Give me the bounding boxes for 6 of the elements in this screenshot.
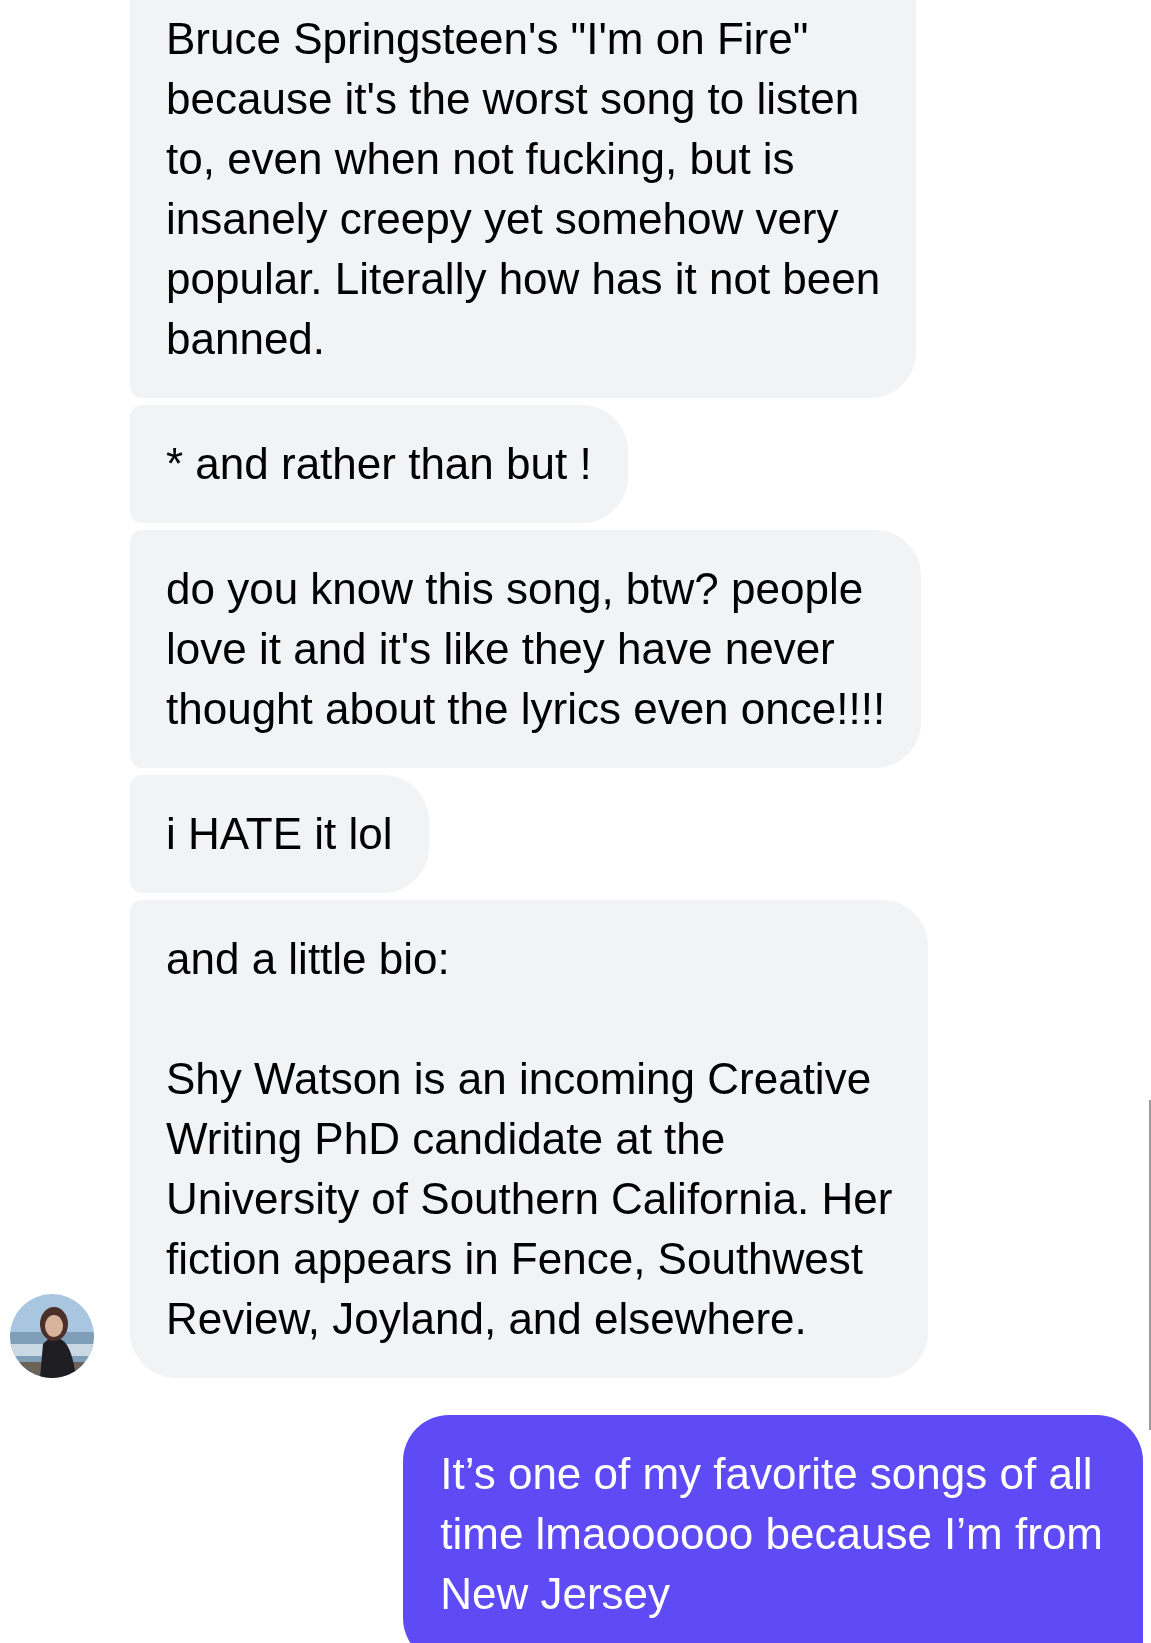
message-bubble: i HATE it lol [130,775,429,893]
sent-message-bubble: It’s one of my favorite songs of all time lmaoooooo because I’m from New Jersey [403,1415,1143,1643]
message-bubble: do you know this song, btw? people love it and it's like they have never thought about the lyrics even once!!!! [130,530,922,768]
message-bubble: Bruce Springsteen's "I'm on Fire" because it's the worst song to listen to, even when not fucking, but is insanely creepy yet somehow very popular. Literally how has it not been banned. [130,0,917,398]
message-bubble: and a little bio: Shy Watson is an incoming Creative Writing PhD candidate at the University of Southern California. Her fiction appears in Fence, Southwest Review, Joyland, and elsewhere. [130,900,929,1378]
message-bubble: * and rather than but ! [130,405,628,523]
